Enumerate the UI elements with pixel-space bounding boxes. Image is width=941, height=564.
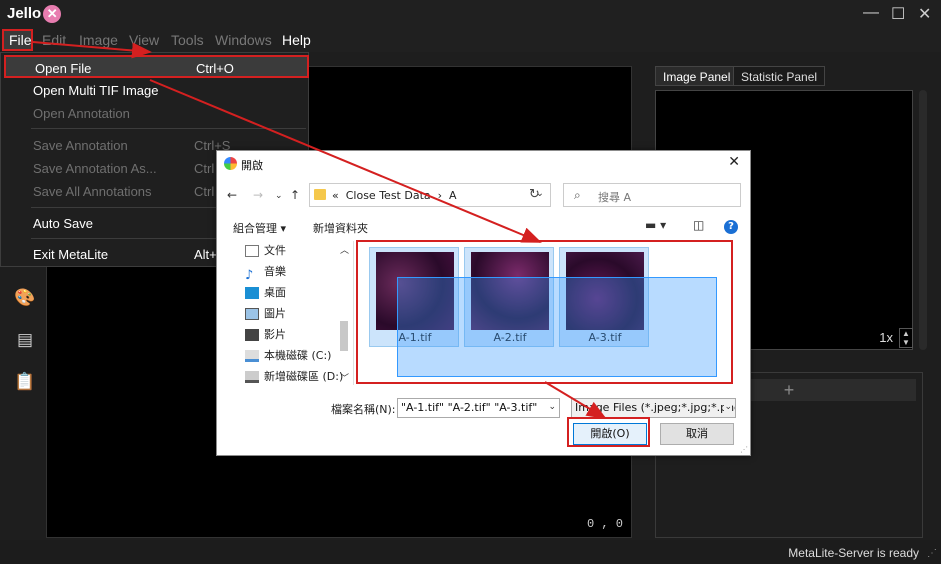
recent-dropdown-icon[interactable]: ⌄	[275, 191, 283, 201]
menu-tools[interactable]: Tools	[171, 32, 204, 48]
help-icon[interactable]: ?	[724, 220, 738, 234]
address-bar[interactable]: « Close Test Data › A ⌄	[309, 183, 551, 207]
cancel-button[interactable]: 取消	[660, 423, 734, 445]
address-path: « Close Test Data › A	[332, 189, 457, 202]
menu-open-file[interactable]: Open File Ctrl+O	[4, 55, 309, 78]
scroll-down-icon[interactable]: ﹀	[340, 371, 349, 384]
resize-grip-icon[interactable]: ⋰	[740, 445, 748, 454]
nav-item-pictures[interactable]: 圖片	[245, 304, 286, 324]
search-placeholder: 搜尋 A	[598, 191, 632, 204]
new-folder-button[interactable]: 新增資料夾	[313, 220, 368, 236]
dialog-app-icon	[224, 157, 237, 170]
menu-open-multi-tif[interactable]: Open Multi TIF Image	[1, 79, 306, 102]
search-input[interactable]: ⌕ 搜尋 A	[563, 183, 741, 207]
app-logo: Jello ✕	[7, 5, 62, 24]
preview-pane-icon[interactable]: ◫	[693, 218, 704, 232]
zoom-level: 1x	[879, 330, 893, 345]
chevron-down-icon[interactable]: ⌄	[548, 402, 556, 412]
nav-item-drive-d[interactable]: 新增磁碟區 (D:)	[245, 367, 343, 387]
maximize-button[interactable]: ☐	[891, 4, 905, 24]
back-arrow-icon[interactable]: ←	[227, 188, 237, 202]
nav-item-music[interactable]: ♪ 音樂	[245, 262, 286, 283]
chevron-down-icon[interactable]: ⌄	[724, 402, 732, 412]
refresh-icon[interactable]: ↻	[529, 187, 540, 202]
menu-image[interactable]: Image	[79, 32, 118, 48]
clipboard-icon[interactable]: 📋	[14, 372, 36, 394]
up-arrow-icon[interactable]: ↑	[290, 188, 300, 202]
nav-item-videos[interactable]: 影片	[245, 325, 286, 345]
filename-input[interactable]: "A-1.tif" "A-2.tif" "A-3.tif" ⌄	[397, 398, 560, 418]
organize-button[interactable]: 組合管理 ▾	[233, 220, 286, 236]
dialog-toolbar: 組合管理 ▾ 新增資料夾 ▬ ▾ ◫ ?	[217, 215, 750, 237]
menu-edit[interactable]: Edit	[42, 32, 66, 48]
annotation-highlight-open-button	[567, 417, 650, 447]
logo-badge: ✕	[43, 5, 62, 24]
zoom-stepper[interactable]: ▲ ▼	[899, 328, 913, 348]
dialog-close-button[interactable]: ✕	[728, 154, 740, 170]
minimize-button[interactable]: —	[863, 4, 879, 22]
menu-file[interactable]: File	[2, 29, 33, 51]
close-window-button[interactable]: ✕	[918, 4, 931, 24]
report-icon[interactable]: ▤	[14, 330, 36, 352]
menu-windows[interactable]: Windows	[215, 32, 272, 48]
menu-help[interactable]: Help	[282, 32, 311, 48]
nav-item-desktop[interactable]: 桌面	[245, 283, 286, 303]
navigation-pane: 文件 ♪ 音樂 桌面 圖片 影片 本機磁碟 (C:) 新增磁碟區 (D:)	[217, 241, 354, 385]
search-icon: ⌕	[574, 188, 581, 202]
palette-icon[interactable]: 🎨	[14, 288, 36, 310]
resize-grip-icon[interactable]: ⋰	[927, 548, 937, 559]
dialog-title: 開啟	[241, 159, 263, 172]
menu-separator	[31, 128, 306, 129]
menu-bar: Edit Image View Tools Windows Help	[0, 28, 941, 52]
scroll-thumb[interactable]	[340, 321, 348, 351]
menu-open-annotation: Open Annotation	[33, 106, 130, 121]
scroll-up-icon[interactable]: ︿	[340, 243, 349, 256]
preview-scrollbar[interactable]	[919, 90, 927, 350]
folder-icon	[314, 189, 326, 200]
view-mode-icon[interactable]: ▬ ▾	[645, 218, 666, 232]
status-text: MetaLite-Server is ready	[788, 546, 919, 560]
menu-view[interactable]: View	[129, 32, 159, 48]
forward-arrow-icon[interactable]: →	[253, 188, 263, 202]
coordinate-readout: 0 , 0	[586, 517, 623, 531]
nav-item-documents[interactable]: 文件	[245, 241, 286, 261]
title-bar: Jello ✕ — ☐ ✕	[0, 0, 941, 28]
annotation-highlight-files	[356, 240, 733, 384]
tab-statistic-panel[interactable]: Statistic Panel	[733, 66, 826, 86]
filename-label: 檔案名稱(N):	[331, 403, 396, 416]
file-type-filter[interactable]: Image Files (*.jpeg;*.jpg;*.png ⌄	[571, 398, 736, 418]
nav-scrollbar[interactable]: ︿ ﹀	[338, 243, 350, 384]
tab-image-panel[interactable]: Image Panel	[655, 66, 739, 86]
nav-item-drive-c[interactable]: 本機磁碟 (C:)	[245, 346, 331, 366]
status-bar: MetaLite-Server is ready ⋰	[0, 540, 941, 564]
